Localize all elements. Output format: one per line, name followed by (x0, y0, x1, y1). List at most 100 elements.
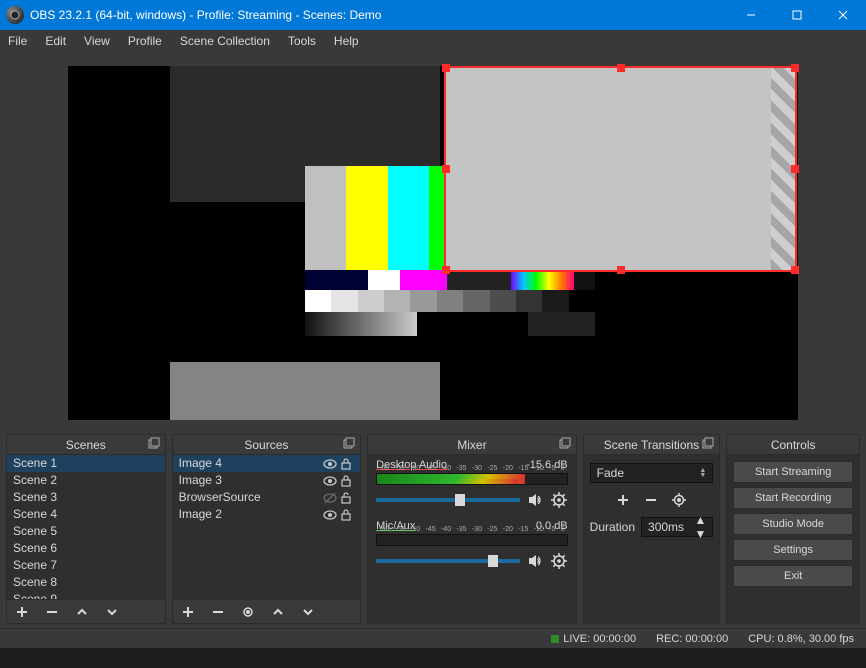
remove-source-button[interactable] (209, 603, 227, 621)
transition-properties-button[interactable] (670, 491, 688, 509)
scene-item[interactable]: Scene 4 (7, 506, 165, 523)
mixer-panel: Mixer Desktop Audio-15.6 dB-60-55-50-45-… (367, 434, 577, 624)
transition-select[interactable]: Fade ▲▼ (590, 463, 714, 483)
control-button-exit[interactable]: Exit (733, 565, 853, 587)
scene-item[interactable]: Scene 8 (7, 574, 165, 591)
status-dot-icon (551, 635, 559, 643)
transitions-title: Scene Transitions (604, 438, 699, 452)
popout-icon[interactable] (702, 437, 716, 451)
minimize-button[interactable] (728, 0, 774, 30)
resize-handle[interactable] (442, 266, 450, 274)
audio-meter: -60-55-50-45-40-35-30-25-20-15-10-50 (376, 534, 568, 546)
status-bar: LIVE: 00:00:00 REC: 00:00:00 CPU: 0.8%, … (0, 628, 866, 648)
preview-area (0, 52, 866, 430)
menu-scene-collection[interactable]: Scene Collection (180, 34, 270, 48)
window-title: OBS 23.2.1 (64-bit, windows) - Profile: … (30, 8, 728, 22)
close-button[interactable] (820, 0, 866, 30)
duration-input[interactable]: 300ms ▲▼ (641, 517, 713, 537)
volume-slider[interactable] (376, 498, 520, 502)
status-cpu: CPU: 0.8%, 30.00 fps (748, 633, 854, 645)
menu-tools[interactable]: Tools (288, 34, 316, 48)
control-button-studio-mode[interactable]: Studio Mode (733, 513, 853, 535)
updown-icon: ▲▼ (694, 513, 706, 541)
gear-icon[interactable] (550, 552, 568, 570)
source-item[interactable]: BrowserSource (173, 489, 361, 506)
menu-file[interactable]: File (8, 34, 27, 48)
controls-title: Controls (771, 438, 816, 452)
selected-source-bounds[interactable] (444, 66, 797, 272)
resize-handle[interactable] (791, 266, 799, 274)
app-logo-icon (6, 6, 24, 24)
sources-panel: Sources Image 4Image 3BrowserSourceImage… (172, 434, 362, 624)
source-properties-button[interactable] (239, 603, 257, 621)
scene-item[interactable]: Scene 1 (7, 455, 165, 472)
lock-toggle-icon[interactable] (338, 490, 354, 506)
menubar: File Edit View Profile Scene Collection … (0, 30, 866, 52)
move-scene-up-button[interactable] (73, 603, 91, 621)
speaker-icon[interactable] (526, 491, 544, 509)
scene-item[interactable]: Scene 2 (7, 472, 165, 489)
duration-label: Duration (590, 520, 635, 534)
remove-scene-button[interactable] (43, 603, 61, 621)
scenes-list[interactable]: Scene 1Scene 2Scene 3Scene 4Scene 5Scene… (7, 455, 165, 599)
docks-row: Scenes Scene 1Scene 2Scene 3Scene 4Scene… (0, 430, 866, 628)
resize-handle[interactable] (791, 165, 799, 173)
source-item[interactable]: Image 2 (173, 506, 361, 523)
add-source-button[interactable] (179, 603, 197, 621)
lock-toggle-icon[interactable] (338, 456, 354, 472)
source-label: Image 2 (179, 506, 323, 523)
sources-list[interactable]: Image 4Image 3BrowserSourceImage 2 (173, 455, 361, 523)
gear-icon[interactable] (550, 491, 568, 509)
resize-handle[interactable] (442, 165, 450, 173)
scene-item[interactable]: Scene 9 (7, 591, 165, 599)
scene-item[interactable]: Scene 5 (7, 523, 165, 540)
menu-view[interactable]: View (84, 34, 110, 48)
scene-item[interactable]: Scene 3 (7, 489, 165, 506)
sources-toolbar (173, 599, 361, 623)
volume-slider[interactable] (376, 559, 520, 563)
popout-icon[interactable] (343, 437, 357, 451)
resize-handle[interactable] (442, 64, 450, 72)
scene-item[interactable]: Scene 7 (7, 557, 165, 574)
control-button-start-streaming[interactable]: Start Streaming (733, 461, 853, 483)
sources-title: Sources (244, 438, 288, 452)
menu-edit[interactable]: Edit (45, 34, 66, 48)
control-button-start-recording[interactable]: Start Recording (733, 487, 853, 509)
source-item[interactable]: Image 3 (173, 472, 361, 489)
resize-handle[interactable] (617, 266, 625, 274)
duration-value: 300ms (648, 520, 684, 534)
mixer-title: Mixer (457, 438, 486, 452)
popout-icon[interactable] (148, 437, 162, 451)
visibility-toggle-icon[interactable] (322, 507, 338, 523)
visibility-toggle-icon[interactable] (322, 490, 338, 506)
status-live: LIVE: 00:00:00 (563, 633, 636, 645)
menu-help[interactable]: Help (334, 34, 359, 48)
scene-item[interactable]: Scene 6 (7, 540, 165, 557)
visibility-toggle-icon[interactable] (322, 473, 338, 489)
visibility-toggle-icon[interactable] (322, 456, 338, 472)
speaker-icon[interactable] (526, 552, 544, 570)
titlebar: OBS 23.2.1 (64-bit, windows) - Profile: … (0, 0, 866, 30)
lock-toggle-icon[interactable] (338, 507, 354, 523)
lock-toggle-icon[interactable] (338, 473, 354, 489)
audio-meter: -60-55-50-45-40-35-30-25-20-15-10-50 (376, 473, 568, 485)
source-label: Image 4 (179, 455, 323, 472)
add-transition-button[interactable] (614, 491, 632, 509)
updown-icon: ▲▼ (699, 468, 706, 478)
move-scene-down-button[interactable] (103, 603, 121, 621)
resize-handle[interactable] (617, 64, 625, 72)
move-source-down-button[interactable] (299, 603, 317, 621)
resize-handle[interactable] (791, 64, 799, 72)
popout-icon[interactable] (559, 437, 573, 451)
maximize-button[interactable] (774, 0, 820, 30)
move-source-up-button[interactable] (269, 603, 287, 621)
source-label: Image 3 (179, 472, 323, 489)
preview-canvas[interactable] (68, 66, 798, 420)
control-button-settings[interactable]: Settings (733, 539, 853, 561)
menu-profile[interactable]: Profile (128, 34, 162, 48)
controls-panel: Controls Start Streaming Start Recording S… (726, 434, 860, 624)
source-item[interactable]: Image 4 (173, 455, 361, 472)
scene-transitions-panel: Scene Transitions Fade ▲▼ Duration 300ms… (583, 434, 721, 624)
add-scene-button[interactable] (13, 603, 31, 621)
remove-transition-button[interactable] (642, 491, 660, 509)
